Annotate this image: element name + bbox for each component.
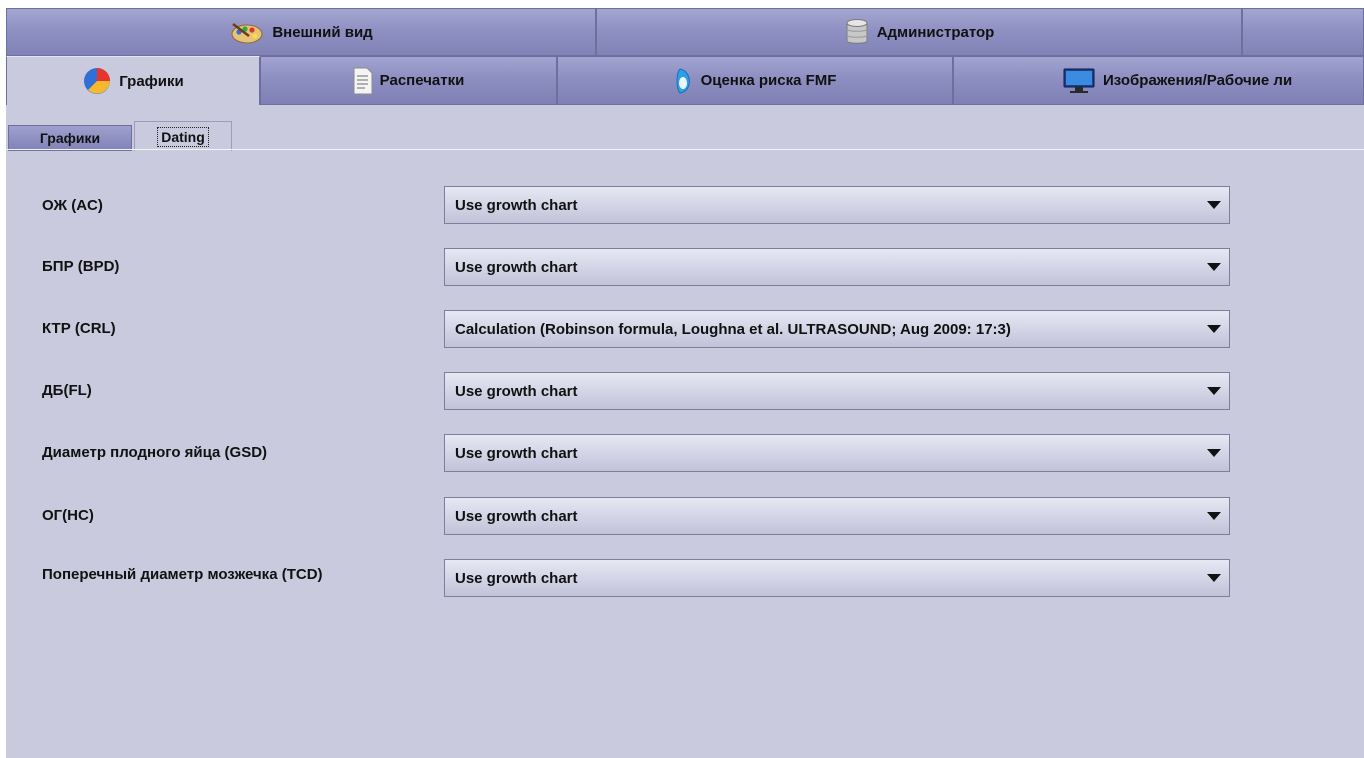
label-tcd: Поперечный диаметр мозжечка (TCD) — [42, 566, 323, 583]
tab-fmf-risk-label: Оценка риска FMF — [700, 72, 837, 89]
chart-icon — [82, 66, 112, 96]
chevron-down-icon[interactable] — [1199, 187, 1229, 223]
select-bpd[interactable]: Use growth chart — [444, 248, 1230, 286]
tab-charts-label: Графики — [119, 72, 184, 90]
select-ac-value: Use growth chart — [455, 196, 578, 214]
tab-images-label: Изображения/Рабочие ли — [1103, 72, 1293, 89]
select-hc[interactable]: Use growth chart — [444, 497, 1230, 535]
tab-printouts-label: Распечатки — [379, 72, 465, 89]
subtab-dating[interactable]: Dating — [134, 121, 232, 151]
label-gsd: Диаметр плодного яйца (GSD) — [42, 444, 268, 461]
tab-images[interactable]: Изображения/Рабочие ли — [953, 56, 1364, 105]
subtab-dating-label: Dating — [157, 126, 209, 147]
settings-window: Внешний вид Администратор Графики Распеч… — [6, 8, 1364, 758]
database-icon — [844, 17, 870, 47]
tab-printouts[interactable]: Распечатки — [260, 56, 557, 105]
sub-tab-row: Графики Dating — [6, 115, 1364, 151]
label-bpd: БПР (BPD) — [42, 258, 120, 275]
chevron-down-icon[interactable] — [1199, 311, 1229, 347]
select-gsd-value: Use growth chart — [455, 444, 578, 462]
label-fl: ДБ(FL) — [42, 382, 92, 399]
chevron-down-icon[interactable] — [1199, 435, 1229, 471]
chevron-down-icon[interactable] — [1199, 498, 1229, 534]
select-hc-value: Use growth chart — [455, 507, 578, 525]
select-tcd-value: Use growth chart — [455, 569, 578, 587]
top-tab-row: Внешний вид Администратор — [6, 8, 1364, 56]
document-icon — [353, 67, 373, 95]
chevron-down-icon[interactable] — [1199, 560, 1229, 596]
subtab-charts[interactable]: Графики — [8, 125, 132, 151]
select-ac[interactable]: Use growth chart — [444, 186, 1230, 224]
chevron-down-icon[interactable] — [1199, 373, 1229, 409]
tab-administrator[interactable]: Администратор — [596, 8, 1242, 56]
main-tab-row: Графики Распечатки Оценка риска FMF Изоб… — [6, 56, 1364, 105]
monitor-icon — [1062, 67, 1096, 95]
select-fl[interactable]: Use growth chart — [444, 372, 1230, 410]
chevron-down-icon[interactable] — [1199, 249, 1229, 285]
label-crl: КТР (CRL) — [42, 320, 116, 337]
fmf-icon — [674, 67, 694, 95]
palette-icon — [229, 20, 265, 44]
select-fl-value: Use growth chart — [455, 382, 578, 400]
tab-appearance-label: Внешний вид — [272, 23, 373, 41]
tab-administrator-label: Администратор — [876, 23, 995, 41]
select-crl-value: Calculation (Robinson formula, Loughna e… — [455, 320, 1011, 338]
sub-tab-divider — [6, 149, 1364, 150]
label-hc: ОГ(HC) — [42, 507, 94, 524]
select-gsd[interactable]: Use growth chart — [444, 434, 1230, 472]
tab-appearance[interactable]: Внешний вид — [6, 8, 596, 56]
tab-charts[interactable]: Графики — [6, 56, 260, 105]
select-tcd[interactable]: Use growth chart — [444, 559, 1230, 597]
tab-unlabeled[interactable] — [1242, 8, 1364, 56]
select-crl[interactable]: Calculation (Robinson formula, Loughna e… — [444, 310, 1230, 348]
label-ac: ОЖ (AC) — [42, 197, 103, 214]
select-bpd-value: Use growth chart — [455, 258, 578, 276]
tab-fmf-risk[interactable]: Оценка риска FMF — [557, 56, 953, 105]
subtab-charts-label: Графики — [39, 130, 101, 146]
